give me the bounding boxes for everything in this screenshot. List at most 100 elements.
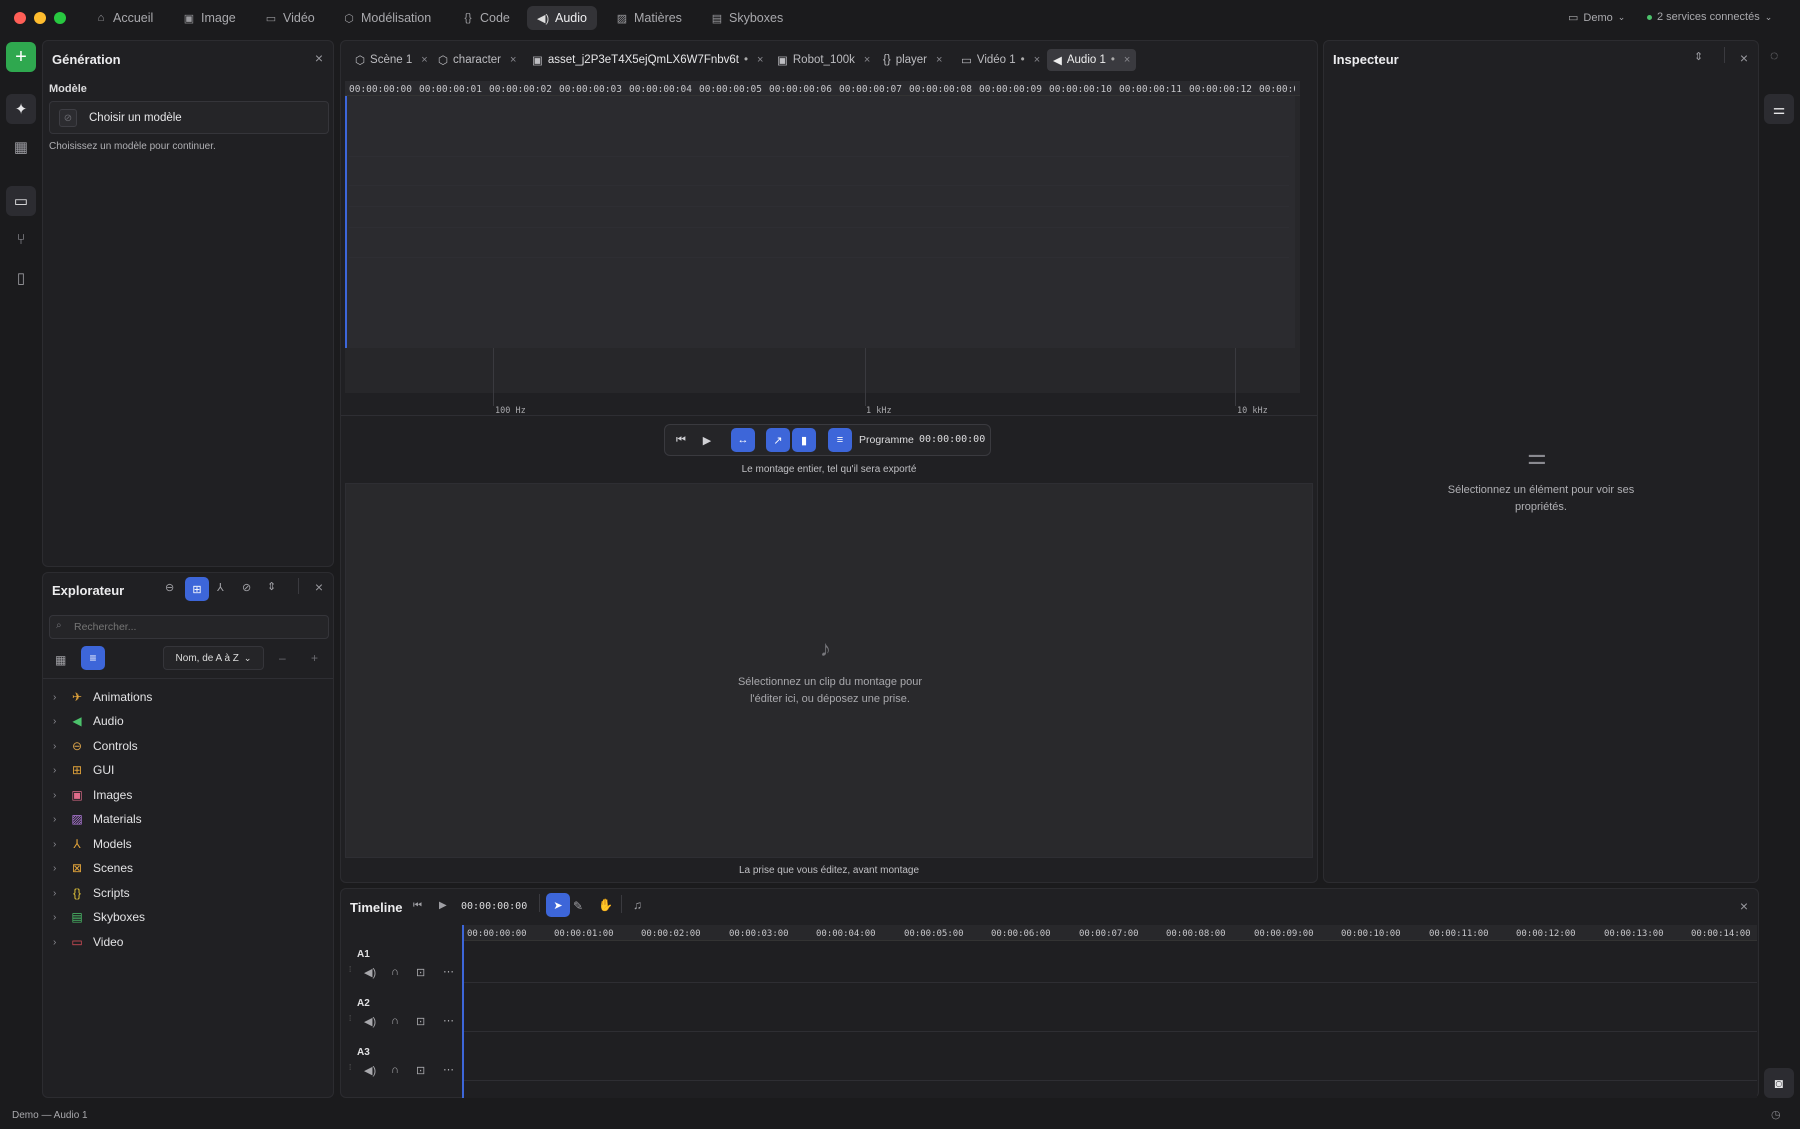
close-icon[interactable]: × [1034,54,1040,66]
tree-item-models[interactable]: › ⅄ Models [53,833,132,855]
lock-icon[interactable]: ⊡ [416,1015,425,1028]
editor-tab-audio-1[interactable]: ◀ Audio 1 • × [1047,49,1137,71]
choose-model-button[interactable]: ⊘ Choisir un modèle [49,101,329,134]
nav-tab-audio[interactable]: ◀) Audio [527,6,597,30]
lock-icon[interactable]: ⊡ [416,966,425,979]
hide-icon[interactable]: ⊘ [242,581,251,594]
more-icon[interactable]: ⋯ [443,965,454,978]
tree-item-scenes[interactable]: › ⊠ Scenes [53,857,133,879]
close-icon[interactable]: × [1124,54,1130,66]
timeline-playhead[interactable] [462,925,464,1098]
timeline-play-button[interactable]: ▶ [439,900,447,911]
inspector-toggle-button[interactable]: ⚌ [1764,94,1794,124]
hierarchy-icon[interactable]: ⅄ [217,581,224,594]
close-explorer-button[interactable]: × [315,579,323,595]
tree-item-scripts[interactable]: ›{} Scripts [53,882,130,904]
tree-item-skyboxes[interactable]: › ▤ Skyboxes [53,906,145,928]
close-icon[interactable]: × [421,54,427,66]
close-icon[interactable]: × [757,54,763,66]
sort-select[interactable]: Nom, de A à Z ⌄ [163,646,264,670]
tree-item-audio[interactable]: › ◀ Audio [53,710,124,732]
mute-icon[interactable]: ◀) [364,966,376,979]
history-icon[interactable]: ◷ [1771,1108,1781,1121]
minimize-window-button[interactable] [34,12,46,24]
razor-tool-button[interactable]: ✎ [573,899,583,913]
tree-item-video[interactable]: › ▭ Video [53,931,123,953]
nav-tab-video[interactable]: ▭ Vidéo [255,6,325,30]
source-viewer[interactable]: ♪ Sélectionnez un clip du montage pour l… [345,483,1313,858]
rail-docs-button[interactable]: ▯ [6,263,36,293]
editor-tab-character[interactable]: ⬡ character × [432,49,522,71]
tree-item-images[interactable]: › ▣ Images [53,784,132,806]
services-status[interactable]: 2 services connectés ⌄ [1647,11,1772,23]
chat-icon[interactable]: ◌ [1770,47,1778,63]
add-audio-track-button[interactable]: ♫ [633,898,642,912]
nav-tab-matieres[interactable]: ▨ Matières [606,6,692,30]
editor-tab-asset[interactable]: ▣ asset_j2P3eT4X5ejQmLX6W7Fnbv6t • × [526,49,769,71]
project-selector[interactable]: ▭ Demo ⌄ [1568,11,1625,25]
lock-icon[interactable]: ⊡ [416,1064,425,1077]
drag-handle-icon[interactable]: ⁞ [349,965,351,974]
hand-tool-button[interactable]: ✋ [598,898,613,912]
go-to-start-button[interactable]: ⏮ [669,428,693,452]
select-tool-button[interactable]: ➤ [546,893,570,917]
close-icon[interactable]: × [936,54,942,66]
more-icon[interactable]: ⋯ [443,1063,454,1076]
expand-all-button[interactable]: + [311,651,318,665]
rail-generation-button[interactable]: ✦ [6,94,36,124]
close-generation-button[interactable]: × [315,50,323,66]
nav-tab-modelisation[interactable]: ⬡ Modélisation [333,6,441,30]
play-button[interactable]: ▶ [695,428,719,452]
nav-tab-image[interactable]: ▣ Image [173,6,246,30]
tree-item-controls[interactable]: › ⊖ Controls [53,735,138,757]
nav-tab-skyboxes[interactable]: ▤ Skyboxes [701,6,793,30]
rail-explorer-button[interactable]: ▭ [6,186,36,216]
spectrum-view-button[interactable]: ▮ [792,428,816,452]
list-view-button[interactable]: ≡ [81,646,105,670]
add-button[interactable]: + [6,42,36,72]
tree-item-materials[interactable]: › ▨ Materials [53,808,142,830]
rail-git-button[interactable]: ⑂ [6,224,36,254]
editor-tab-robot-100k[interactable]: ▣ Robot_100k × [771,49,876,71]
headphones-icon[interactable]: ∩ [391,1015,399,1027]
expand-collapse-icon[interactable]: ⇕ [1694,50,1703,63]
chevron-right-icon: › [53,813,57,825]
nav-tab-accueil[interactable]: ⌂ Accueil [85,6,163,30]
camera-icon: ◙ [1774,1075,1784,1091]
editor-tab-player[interactable]: {} player × [877,49,948,71]
mute-icon[interactable]: ◀) [364,1015,376,1028]
tree-view-button[interactable]: ⊞ [185,577,209,601]
tree-item-animations[interactable]: › ✈ Animations [53,686,152,708]
mute-icon[interactable]: ◀) [364,1064,376,1077]
program-viewer[interactable]: 00:00:00:00 00:00:00:01 00:00:00:02 00:0… [345,81,1300,406]
camera-button[interactable]: ◙ [1764,1068,1794,1098]
drag-handle-icon[interactable]: ⁞ [349,1063,351,1072]
drag-handle-icon[interactable]: ⁞ [349,1014,351,1023]
waveform-area[interactable] [345,96,1295,348]
explorer-search-input[interactable] [49,615,329,639]
playhead[interactable] [345,96,347,348]
more-icon[interactable]: ⋯ [443,1014,454,1027]
collapse-all-button[interactable]: – [279,651,286,665]
tree-item-gui[interactable]: › ⊞ GUI [53,759,114,781]
headphones-icon[interactable]: ∩ [391,1064,399,1076]
editor-tab-video-1[interactable]: ▭ Vidéo 1 • × [955,49,1046,71]
close-icon[interactable]: × [510,54,516,66]
timeline-go-to-start-button[interactable]: ⏮ [413,900,422,911]
headphones-icon[interactable]: ∩ [391,966,399,978]
track-area[interactable] [463,941,1757,1098]
grid-view-button[interactable]: ▦ [55,653,66,667]
zoom-window-button[interactable] [54,12,66,24]
editor-tab-scene-1[interactable]: ⬡ Scène 1 × [349,49,434,71]
close-timeline-button[interactable]: × [1740,898,1748,914]
close-inspector-button[interactable]: × [1740,50,1748,66]
fit-button[interactable]: ↔ [731,428,755,452]
nav-tab-code[interactable]: {} Code [452,6,520,30]
link-icon[interactable]: ⊖ [165,581,174,594]
close-icon[interactable]: × [864,54,870,66]
program-mode-button[interactable]: ≡ [828,428,852,452]
collapse-icon[interactable]: ⇕ [267,580,276,593]
close-window-button[interactable] [14,12,26,24]
curve-view-button[interactable]: ↗ [766,428,790,452]
rail-library-button[interactable]: ▦ [6,132,36,162]
